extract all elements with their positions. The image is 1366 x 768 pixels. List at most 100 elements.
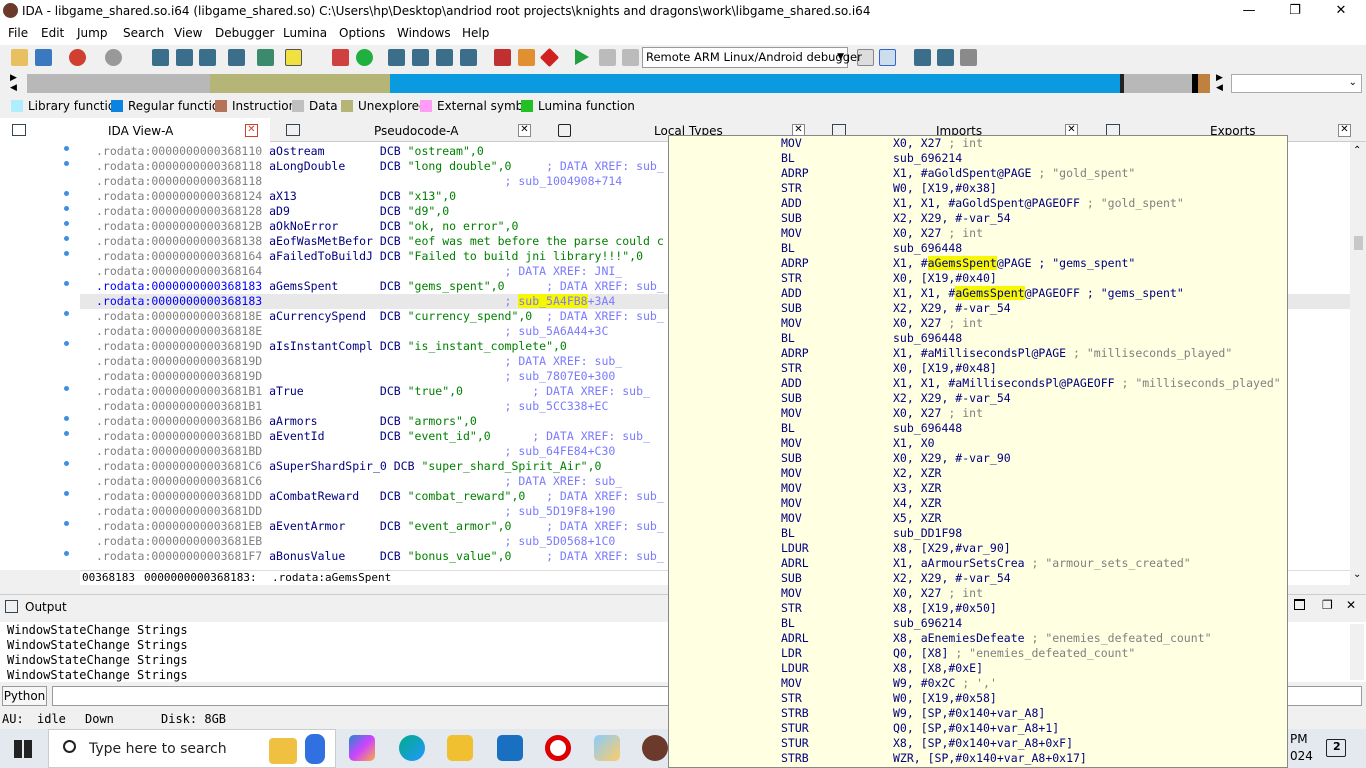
tab-ida-view-a[interactable]: IDA View-A ✕ (0, 118, 270, 142)
listing-line[interactable]: .rodata:0000000000368183 aGemsSpent DCB … (96, 279, 664, 294)
navigation-strip[interactable] (27, 74, 1210, 93)
menu-file[interactable]: File (8, 26, 28, 40)
debugger-attach-icon[interactable] (879, 49, 896, 66)
nav-selector[interactable]: ⌄ (1231, 74, 1362, 93)
save-icon[interactable] (35, 49, 52, 66)
taskbar-search[interactable]: Type here to search (48, 729, 336, 768)
xrefs-icon[interactable] (460, 49, 477, 66)
pause-icon[interactable] (599, 49, 616, 66)
close-icon[interactable]: ✕ (1338, 124, 1351, 137)
clock-date[interactable]: 024 (1290, 749, 1313, 763)
breakpoint-icon[interactable] (332, 49, 349, 66)
listing-line[interactable]: .rodata:0000000000368128 aD9 DCB "d9",0 (96, 204, 449, 219)
legend-data: Data (292, 99, 338, 113)
nav-left-arrow-icon[interactable]: ▶ ◀ (10, 73, 17, 93)
open-icon[interactable] (11, 49, 28, 66)
diamond-icon[interactable] (539, 47, 560, 68)
listing-line[interactable]: .rodata:00000000003681BD ; sub_64FE84+C3… (96, 444, 615, 459)
menu-help[interactable]: Help (462, 26, 489, 40)
text-search-icon[interactable] (285, 49, 302, 66)
menu-search[interactable]: Search (123, 26, 164, 40)
tools-icon[interactable] (388, 49, 405, 66)
edge-icon[interactable] (399, 735, 425, 761)
trace-options-icon[interactable] (960, 49, 977, 66)
menu-jump[interactable]: Jump (77, 26, 107, 40)
listing-line[interactable]: .rodata:00000000003681B1 aTrue DCB "true… (96, 384, 650, 399)
file-explorer-icon[interactable] (447, 735, 473, 761)
paint-icon[interactable] (594, 735, 620, 761)
listing-line[interactable]: .rodata:0000000000368118 aLongDouble DCB… (96, 159, 664, 174)
listing-line[interactable]: .rodata:000000000036819D aIsInstantCompl… (96, 339, 567, 354)
forward-icon[interactable] (105, 49, 122, 66)
python-button[interactable]: Python (2, 686, 47, 706)
listing-line[interactable]: .rodata:00000000003681DD aCombatReward D… (96, 489, 664, 504)
listing-line[interactable]: .rodata:00000000003681DD ; sub_5D19F8+19… (96, 504, 615, 519)
names-icon[interactable] (436, 49, 453, 66)
minimize-button[interactable]: — (1226, 0, 1272, 23)
listing-line[interactable]: .rodata:0000000000368138 aEofWasMetBefor… (96, 234, 664, 249)
listing-line[interactable]: .rodata:00000000003681BD aEventId DCB "e… (96, 429, 650, 444)
menu-options[interactable]: Options (339, 26, 385, 40)
text-view-icon[interactable] (176, 49, 193, 66)
listing-line[interactable]: .rodata:00000000003681F7 aBonusValue DCB… (96, 549, 664, 564)
close-icon[interactable]: ✕ (1346, 598, 1356, 612)
menu-windows[interactable]: Windows (397, 26, 451, 40)
listing-line[interactable]: .rodata:0000000000368110 aOstream DCB "o… (96, 144, 484, 159)
graph-view-icon[interactable] (199, 49, 216, 66)
listing-line[interactable]: .rodata:00000000003681C6 aSuperShardSpir… (96, 459, 601, 474)
listing-line[interactable]: .rodata:00000000003681EB aEventArmor DCB… (96, 519, 664, 534)
listing-line[interactable]: .rodata:000000000036819D ; DATA XREF: su… (96, 354, 622, 369)
menu-view[interactable]: View (174, 26, 202, 40)
close-icon[interactable]: ✕ (245, 124, 258, 137)
scroll-up-icon[interactable]: ⌃ (1353, 145, 1361, 156)
start-process-icon[interactable] (575, 49, 589, 65)
popup-line: STR W0, [X19,#0x58] (781, 691, 997, 705)
windows-start-icon[interactable] (14, 740, 32, 758)
float-icon[interactable]: ❐ (1322, 598, 1333, 612)
mail-icon[interactable] (497, 735, 523, 761)
listing-scrollbar[interactable]: ⌃ ⌄ (1350, 142, 1366, 585)
listing-line[interactable]: .rodata:000000000036818E ; sub_5A6A44+3C (96, 324, 608, 339)
clock-time[interactable]: PM (1290, 732, 1308, 746)
back-icon[interactable] (69, 49, 86, 66)
close-icon[interactable]: ✕ (518, 124, 531, 137)
listing-line[interactable]: .rodata:0000000000368164 aFailedToBuildJ… (96, 249, 643, 264)
tab-pseudocode-a[interactable]: Pseudocode-A ✕ (272, 118, 542, 142)
popup-line: ADRP X1, #aMillisecondsPl@PAGE ; "millise… (781, 346, 1233, 360)
jump-icon[interactable] (257, 49, 274, 66)
patch-icon[interactable] (518, 49, 535, 66)
run-icon[interactable] (356, 49, 373, 66)
maximize-icon[interactable] (1294, 599, 1305, 610)
listing-line[interactable]: .rodata:0000000000368118 ; sub_1004908+7… (96, 174, 622, 189)
opera-icon[interactable] (545, 735, 571, 761)
listing-line[interactable]: .rodata:00000000003681EB ; sub_5D0568+1C… (96, 534, 615, 549)
scroll-down-icon[interactable]: ⌄ (1353, 569, 1361, 580)
debugger-select[interactable]: Remote ARM Linux/Android debugger ▼ (642, 47, 862, 68)
terminate-icon[interactable] (622, 49, 639, 66)
listing-line[interactable]: .rodata:000000000036812B aOkNoError DCB … (96, 219, 518, 234)
structures-icon[interactable] (228, 49, 245, 66)
listing-line[interactable]: .rodata:00000000003681C6 ; DATA XREF: su… (96, 474, 622, 489)
autoanalysis-state: idle (37, 712, 66, 726)
ida-taskbar-icon[interactable] (642, 735, 668, 761)
trace-list-icon[interactable] (937, 49, 954, 66)
hex-view-icon[interactable] (152, 49, 169, 66)
scroll-thumb[interactable] (1354, 236, 1363, 250)
menu-lumina[interactable]: Lumina (283, 26, 327, 40)
copilot-icon[interactable] (349, 735, 375, 761)
restore-button[interactable]: ❐ (1272, 0, 1318, 23)
listing-line[interactable]: .rodata:0000000000368124 aX13 DCB "x13",… (96, 189, 456, 204)
close-button[interactable]: ✕ (1318, 0, 1364, 23)
tracing-icon[interactable] (914, 49, 931, 66)
listing-line[interactable]: .rodata:00000000003681B1 ; sub_5CC338+EC (96, 399, 608, 414)
menu-debugger[interactable]: Debugger (215, 26, 274, 40)
menu-edit[interactable]: Edit (41, 26, 64, 40)
listing-line[interactable]: .rodata:0000000000368164 ; DATA XREF: JN… (96, 264, 622, 279)
listing-line[interactable]: .rodata:000000000036818E aCurrencySpend … (96, 309, 664, 324)
nav-right-arrow-icon[interactable]: ▶ ◀ (1216, 73, 1223, 93)
segments-icon[interactable] (412, 49, 429, 66)
listing-line[interactable]: .rodata:000000000036819D ; sub_7807E0+30… (96, 369, 615, 384)
listing-line[interactable]: .rodata:00000000003681B6 aArmors DCB "ar… (96, 414, 477, 429)
output-scrollbar[interactable] (1350, 624, 1364, 680)
stop-icon[interactable] (494, 49, 511, 66)
